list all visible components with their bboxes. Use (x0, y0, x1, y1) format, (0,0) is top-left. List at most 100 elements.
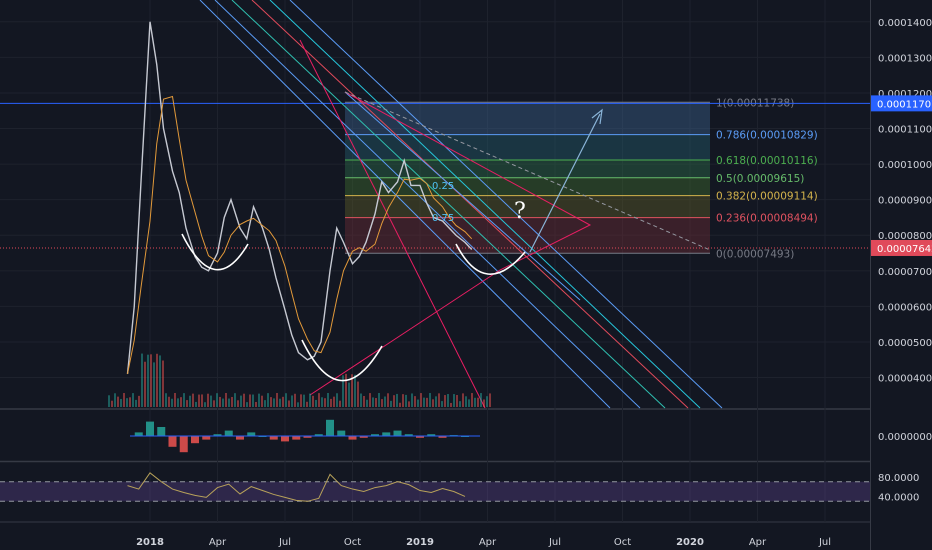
macd-hist-bar (281, 436, 289, 442)
volume-bar (222, 398, 224, 407)
volume-bar (483, 399, 485, 407)
volume-bar (126, 398, 128, 407)
volume-bar (348, 382, 350, 407)
volume-bar (177, 398, 179, 407)
time-axis-label: Jul (818, 537, 831, 548)
macd-hist-bar (382, 432, 391, 436)
volume-bar (225, 393, 227, 407)
volume-bar (375, 398, 377, 407)
volume-bar (240, 395, 242, 407)
time-axis-label: Oct (344, 537, 361, 548)
volume-bar (396, 393, 398, 407)
volume-bar (261, 395, 263, 407)
volume-bar (159, 355, 161, 407)
volume-bar (441, 401, 443, 407)
volume-bar (435, 396, 437, 407)
volume-bar (318, 393, 320, 407)
volume-bar (165, 393, 167, 407)
macd-hist-bar (247, 432, 256, 436)
volume-bar (237, 400, 239, 407)
volume-bar (234, 393, 236, 407)
price-axis-label: 0.00010000 (878, 160, 932, 171)
volume-bar (471, 393, 473, 407)
volume-bar (108, 395, 110, 407)
volume-bar (276, 393, 278, 407)
volume-bar (324, 398, 326, 407)
volume-bar (387, 393, 389, 407)
volume-bar (123, 393, 125, 407)
volume-bar (312, 395, 314, 407)
volume-bar (339, 400, 341, 407)
volume-bar (207, 393, 209, 407)
macd-hist-bar (348, 436, 357, 440)
volume-bar (258, 393, 260, 407)
volume-bar (411, 393, 413, 407)
volume-bar (279, 398, 281, 407)
macd-hist-bar (269, 436, 278, 440)
volume-bar (243, 393, 245, 407)
volume-bar (282, 396, 284, 407)
volume-bar (402, 394, 404, 407)
fib-annotation-label: 0.25 (432, 181, 454, 192)
price-axis-label: 0.00004000 (878, 374, 932, 385)
volume-bar (450, 402, 452, 407)
volume-bar (333, 396, 335, 407)
price-axis-label: 0.00005000 (878, 338, 932, 349)
volume-bar (294, 393, 296, 407)
macd-hist-bar (224, 430, 233, 436)
volume-bar (141, 353, 143, 407)
volume-bar (204, 402, 206, 407)
volume-bar (135, 399, 137, 407)
time-axis-label: Jul (548, 537, 561, 548)
volume-bar (408, 401, 410, 407)
price-axis-label: 0.00013000 (878, 53, 932, 64)
volume-bar (156, 353, 158, 407)
time-axis-label: Oct (614, 537, 631, 548)
volume-bar (297, 402, 299, 407)
volume-bar (267, 393, 269, 407)
volume-bar (132, 393, 134, 407)
volume-bar (393, 395, 395, 407)
volume-bar (390, 400, 392, 407)
volume-bar (270, 397, 272, 407)
price-axis-label: 0.00014000 (878, 18, 932, 29)
time-axis-label: 2019 (406, 537, 434, 548)
trading-chart[interactable]: 1(0.00011738)0.786(0.00010829)0.618(0.00… (0, 0, 932, 550)
volume-bar (369, 393, 371, 407)
fib-level-label: 0.236(0.00008494) (716, 213, 818, 225)
volume-bar (384, 396, 386, 407)
volume-bar (378, 393, 380, 407)
macd-hist-bar (202, 436, 211, 440)
macd-hist-bar (134, 432, 143, 436)
volume-bar (183, 393, 185, 407)
volume-bar (438, 393, 440, 407)
volume-bar (429, 393, 431, 407)
volume-bar (486, 396, 488, 407)
macd-hist-bar (337, 430, 346, 436)
volume-bar (216, 393, 218, 407)
volume-bar (231, 396, 233, 407)
macd-hist-bar (179, 436, 188, 453)
macd-hist-bar (157, 427, 166, 436)
volume-bar (249, 394, 251, 407)
volume-bar (417, 399, 419, 407)
volume-bar (120, 398, 122, 407)
volume-bar (111, 400, 113, 407)
volume-bar (372, 397, 374, 407)
volume-bar (360, 393, 362, 407)
volume-bar (201, 394, 203, 407)
volume-bar (273, 398, 275, 407)
volume-bar (336, 393, 338, 407)
macd-hist-bar (326, 419, 334, 436)
fib-level-label: 0.618(0.00010116) (716, 155, 818, 167)
time-axis-label: 2018 (136, 537, 164, 548)
volume-bar (489, 393, 491, 407)
volume-bar (426, 397, 428, 407)
macd-hist-bar (168, 436, 177, 447)
volume-bar (174, 393, 176, 407)
volume-bar (180, 397, 182, 407)
volume-bar (117, 396, 119, 407)
last-price-value: 0.00007642 (877, 244, 932, 255)
fib-zone (345, 177, 710, 196)
volume-bar (480, 393, 482, 407)
